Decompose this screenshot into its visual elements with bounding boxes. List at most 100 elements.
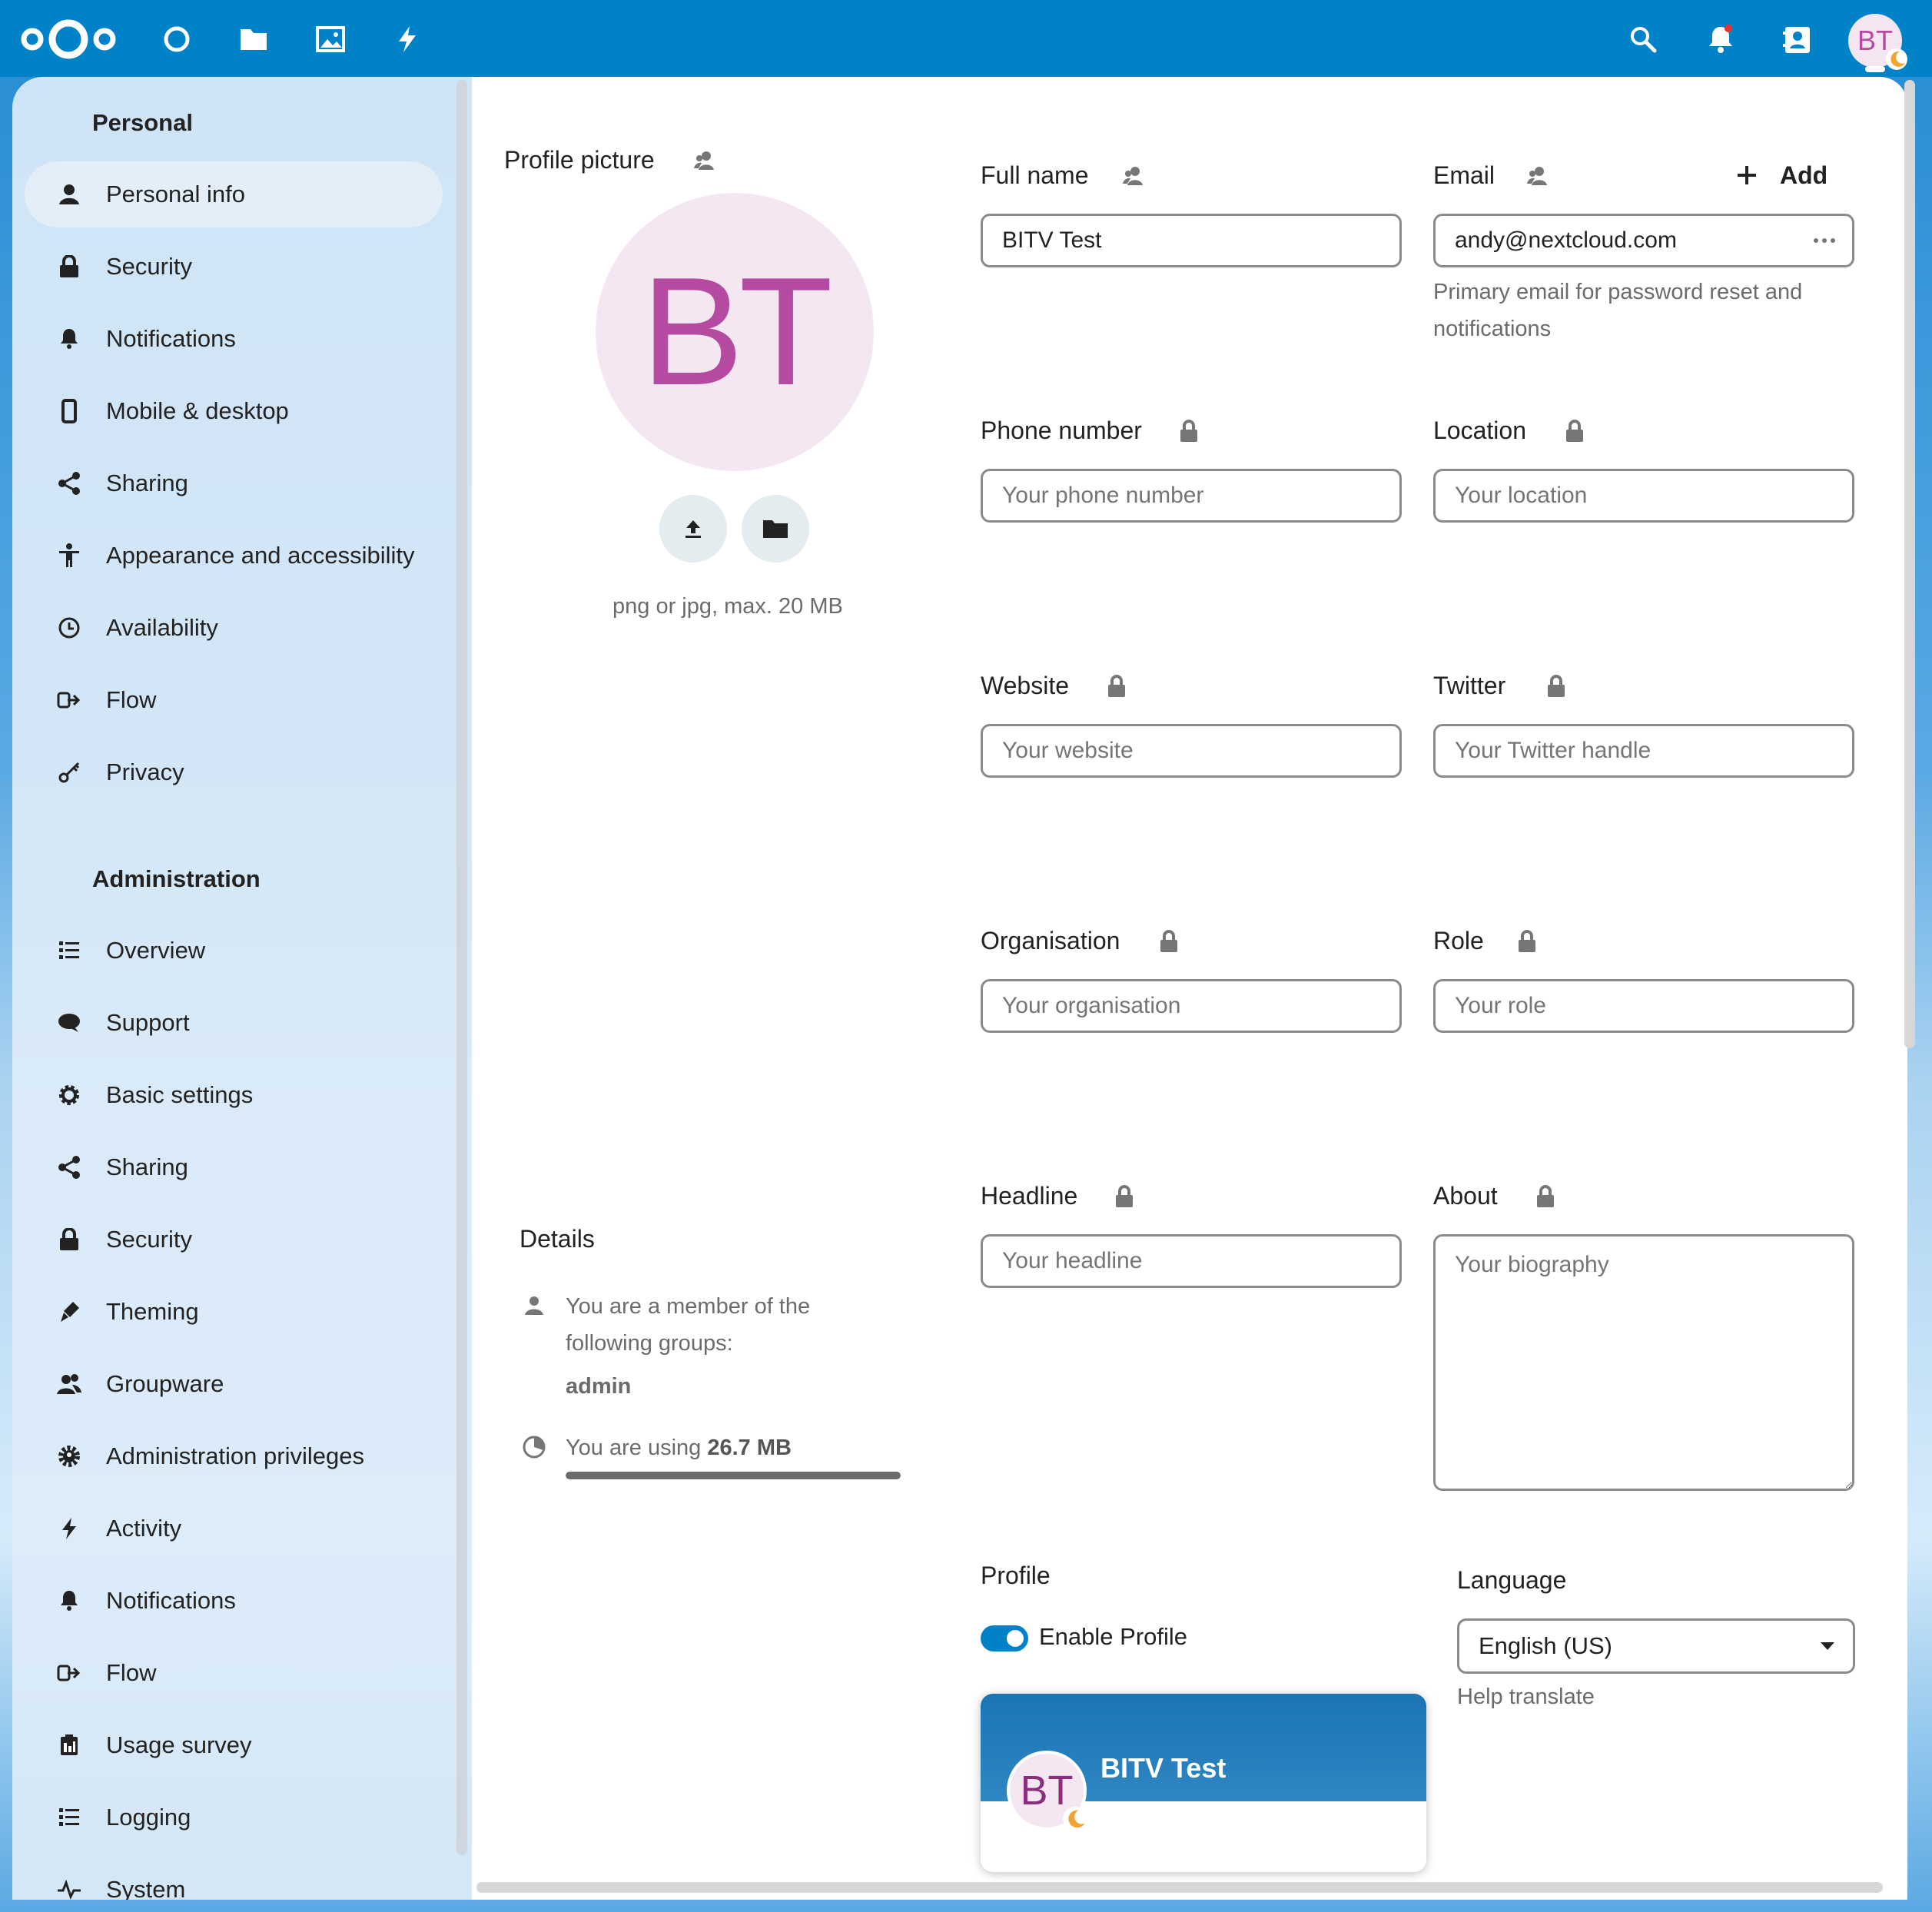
sidebar-item-support[interactable]: Support: [25, 990, 443, 1056]
photos-icon[interactable]: [308, 17, 353, 61]
chat-icon: [54, 1007, 85, 1038]
choose-from-files-button[interactable]: [742, 495, 809, 563]
sidebar-item-label: Basic settings: [106, 1081, 254, 1108]
notifications-icon[interactable]: [1698, 17, 1743, 61]
contacts-icon[interactable]: [1775, 17, 1820, 61]
add-email-button[interactable]: Add: [1735, 157, 1827, 194]
sidebar-item-label: Availability: [106, 614, 218, 641]
sidebar-item-label: Mobile & desktop: [106, 397, 289, 424]
sidebar-item-label: Personal info: [106, 181, 245, 207]
profile-preview-card[interactable]: BT BITV Test: [981, 1694, 1426, 1872]
scope-private-lock-icon[interactable]: [1562, 418, 1588, 444]
avatar-format-hint: png or jpg, max. 20 MB: [612, 594, 843, 619]
list-icon: [54, 1802, 85, 1833]
phone-icon: [54, 396, 85, 427]
sidebar-item-overview[interactable]: Overview: [25, 918, 443, 984]
twitter-input[interactable]: [1433, 724, 1854, 778]
sidebar-item-groupware[interactable]: Groupware: [25, 1351, 443, 1417]
main-vertical-scrollbar[interactable]: [1904, 80, 1915, 1048]
scope-contacts-icon[interactable]: [692, 148, 718, 174]
scope-private-lock-icon[interactable]: [1104, 673, 1130, 699]
sidebar-item-availability[interactable]: Availability: [25, 595, 443, 661]
sidebar-item-label: System: [106, 1876, 186, 1900]
sidebar-item-admin-sharing[interactable]: Sharing: [25, 1134, 443, 1200]
moon-status-icon: [1062, 1806, 1088, 1832]
enable-profile-toggle[interactable]: [981, 1625, 1028, 1651]
sidebar-item-logging[interactable]: Logging: [25, 1784, 443, 1851]
quota-progress-bar: [566, 1472, 901, 1479]
profile-picture-label: Profile picture: [504, 146, 655, 174]
sidebar-item-label: Flow: [106, 1659, 157, 1686]
sidebar-item-notifications[interactable]: Notifications: [25, 306, 443, 372]
active-indicator: [1865, 66, 1885, 72]
profile-card-avatar: BT: [1007, 1751, 1087, 1831]
help-translate-link[interactable]: Help translate: [1457, 1678, 1595, 1715]
share-icon: [54, 1152, 85, 1183]
role-input[interactable]: [1433, 979, 1854, 1033]
admin-gear-icon: [54, 1441, 85, 1472]
enable-profile-label[interactable]: Enable Profile: [1039, 1623, 1187, 1651]
user-avatar[interactable]: BT: [1848, 14, 1907, 70]
details-title: Details: [520, 1225, 595, 1253]
sidebar-item-theming[interactable]: Theming: [25, 1279, 443, 1345]
more-actions-icon[interactable]: [1811, 231, 1838, 251]
organisation-input[interactable]: [981, 979, 1402, 1033]
activity-icon[interactable]: [385, 17, 430, 61]
sidebar-item-privacy[interactable]: Privacy: [25, 739, 443, 805]
sidebar-item-label: Overview: [106, 937, 206, 964]
about-textarea[interactable]: [1433, 1234, 1854, 1491]
quota-progress-fill: [566, 1472, 901, 1479]
sidebar-item-security[interactable]: Security: [25, 234, 443, 300]
language-selected-value: English (US): [1479, 1632, 1612, 1659]
flow-icon: [54, 685, 85, 715]
sidebar-item-label: Administration privileges: [106, 1442, 364, 1469]
phone-input[interactable]: [981, 469, 1402, 523]
sidebar-item-activity[interactable]: Activity: [25, 1495, 443, 1562]
folder-icon: [762, 518, 788, 539]
dashboard-icon[interactable]: [154, 17, 199, 61]
user-group-icon: [521, 1293, 547, 1319]
sidebar-item-admin-flow[interactable]: Flow: [25, 1640, 443, 1706]
sidebar-item-personal-info[interactable]: Personal info: [25, 161, 443, 227]
scope-contacts-icon[interactable]: [1525, 163, 1551, 189]
nextcloud-logo-icon[interactable]: [20, 17, 117, 61]
language-select[interactable]: English (US): [1457, 1618, 1855, 1674]
sidebar-item-label: Sharing: [106, 1154, 188, 1180]
location-input[interactable]: [1433, 469, 1854, 523]
scope-private-lock-icon[interactable]: [1111, 1183, 1137, 1210]
sidebar-item-sharing[interactable]: Sharing: [25, 450, 443, 516]
email-input[interactable]: andy@nextcloud.com: [1433, 214, 1854, 267]
sidebar-scrollbar[interactable]: [456, 80, 467, 1855]
lock-icon: [54, 251, 85, 282]
sidebar-item-basic-settings[interactable]: Basic settings: [25, 1062, 443, 1128]
scope-contacts-icon[interactable]: [1120, 163, 1147, 189]
sidebar-item-admin-privileges[interactable]: Administration privileges: [25, 1423, 443, 1489]
website-input[interactable]: [981, 724, 1402, 778]
headline-input[interactable]: [981, 1234, 1402, 1288]
sidebar-item-label: Sharing: [106, 470, 188, 496]
scope-private-lock-icon[interactable]: [1176, 418, 1202, 444]
sidebar-item-mobile-desktop[interactable]: Mobile & desktop: [25, 378, 443, 444]
scope-private-lock-icon[interactable]: [1514, 928, 1540, 954]
upload-avatar-button[interactable]: [659, 495, 727, 563]
search-icon[interactable]: [1621, 17, 1665, 61]
sidebar-item-admin-security[interactable]: Security: [25, 1207, 443, 1273]
scope-private-lock-icon[interactable]: [1156, 928, 1182, 954]
group-name: admin: [566, 1374, 632, 1399]
lock-icon: [54, 1224, 85, 1255]
sidebar-item-appearance[interactable]: Appearance and accessibility: [25, 523, 443, 589]
sidebar-item-admin-notifications[interactable]: Notifications: [25, 1568, 443, 1634]
sidebar-item-label: Activity: [106, 1515, 182, 1542]
sidebar-item-usage-survey[interactable]: Usage survey: [25, 1712, 443, 1778]
full-name-input[interactable]: BITV Test: [981, 214, 1402, 267]
accessibility-icon: [54, 540, 85, 571]
email-helper-text: Primary email for password reset and not…: [1433, 280, 1803, 341]
scope-private-lock-icon[interactable]: [1543, 673, 1569, 699]
files-icon[interactable]: [231, 17, 276, 61]
full-name-label: Full name: [981, 161, 1089, 189]
chevron-down-icon: [1821, 1642, 1834, 1650]
main-horizontal-scrollbar[interactable]: [476, 1882, 1883, 1893]
scope-private-lock-icon[interactable]: [1532, 1183, 1559, 1210]
sidebar-item-system[interactable]: System: [25, 1857, 443, 1900]
sidebar-item-flow[interactable]: Flow: [25, 667, 443, 733]
